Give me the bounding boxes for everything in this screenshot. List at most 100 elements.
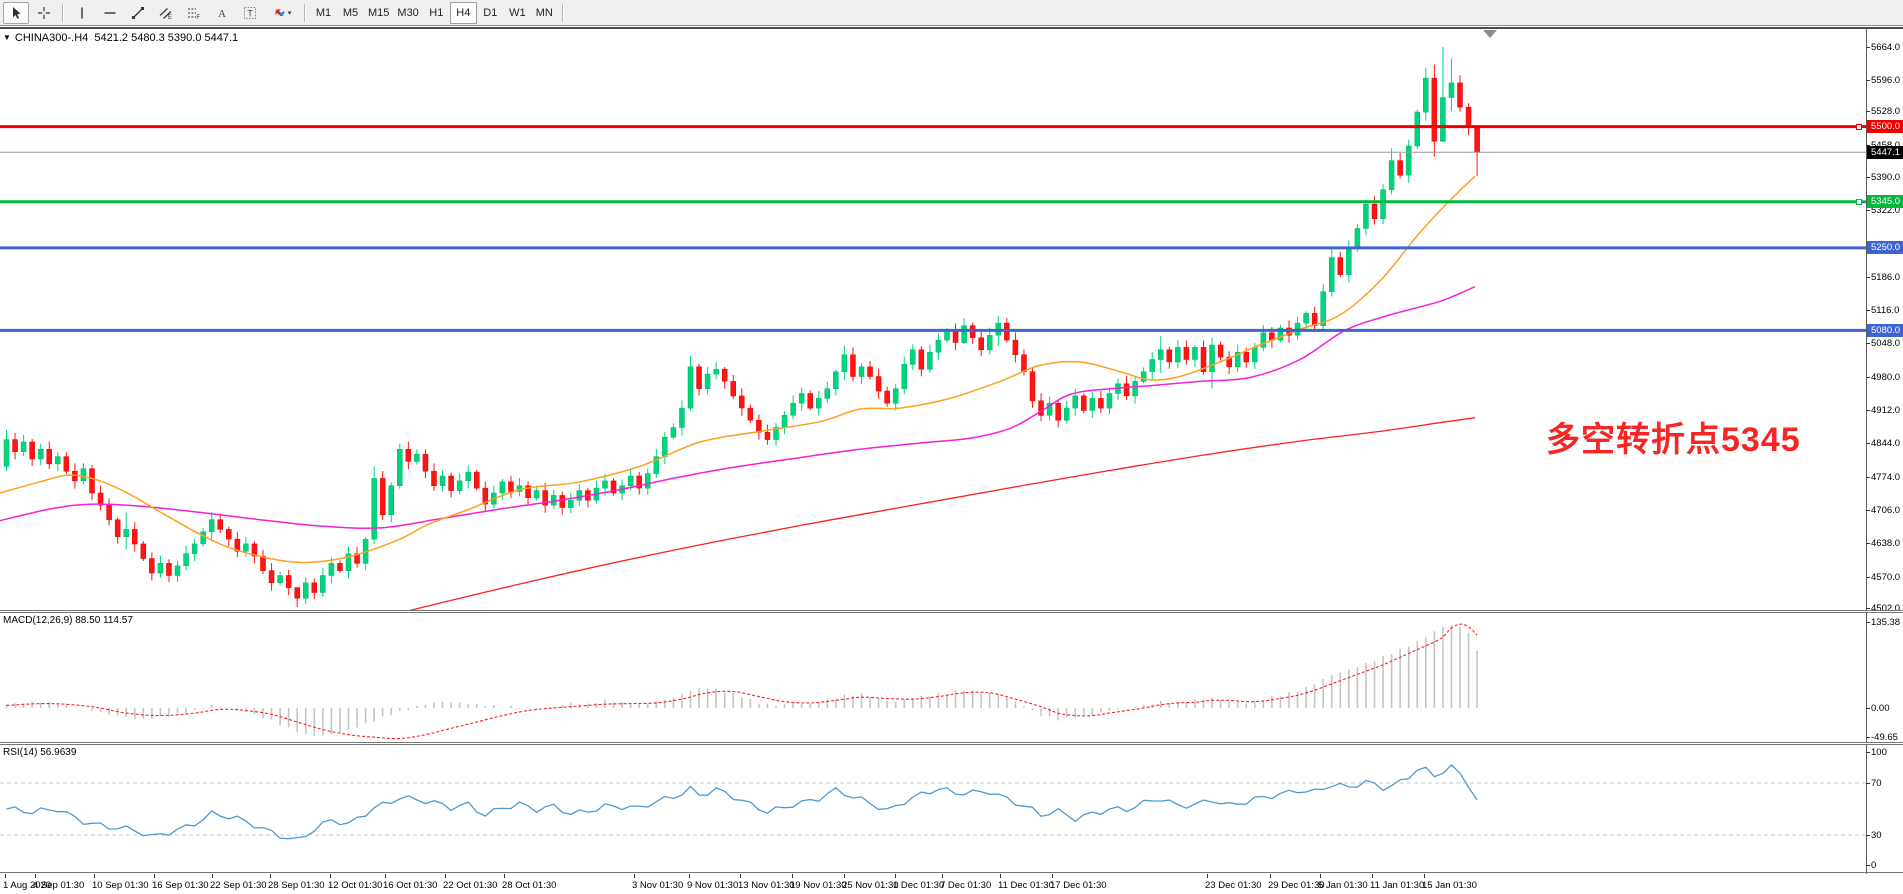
time-tick-mark (942, 874, 943, 878)
axis-tick-mark (1866, 111, 1870, 112)
axis-tick-mark (1866, 80, 1870, 81)
timeframe-button-M5[interactable]: M5 (337, 2, 364, 24)
text-label-tool-button[interactable]: T (237, 2, 263, 24)
crosshair-tool-button[interactable] (31, 2, 57, 24)
current-price-badge: 5447.1 (1867, 146, 1903, 159)
axis-tick-mark (1866, 783, 1870, 784)
rsi-indicator-label: RSI(14) 56.9639 (3, 747, 76, 758)
price-axis-tick: 5186.0 (1871, 272, 1900, 283)
rsi-axis-tick: 30 (1871, 830, 1882, 841)
axis-tick-mark (1866, 343, 1870, 344)
time-tick-mark (634, 874, 635, 878)
time-axis[interactable]: 1 Aug 20204 Sep 01:3010 Sep 01:3016 Sep … (0, 874, 1903, 894)
arrows-icon (273, 6, 287, 20)
svg-text:E: E (168, 15, 172, 20)
timeframe-button-M30[interactable]: M30 (393, 2, 422, 24)
support-line-5250-price-badge: 5250.0 (1867, 241, 1903, 254)
toolbar: E FA T ▾ M1M5M15M30H1H4D1W1MN (0, 0, 1903, 26)
time-axis-label: 3 Nov 01:30 (632, 880, 683, 891)
mt4-chart-window: EFAT▾ M1M5M15M30H1H4D1W1MN ▼CHINA300-.H4… (0, 0, 1903, 894)
macd-axis-tick: 135.38 (1871, 617, 1900, 628)
resistance-line-5500-price-badge: 5500.0 (1867, 120, 1903, 133)
time-axis-label: 13 Nov 01:30 (738, 880, 795, 891)
horizontal-line-tool-button[interactable] (97, 2, 123, 24)
price-axis-tick: 5596.0 (1871, 75, 1900, 86)
fibonacci-tool-button[interactable]: F (181, 2, 207, 24)
trendline-tool-button[interactable] (125, 2, 151, 24)
equidistant-channel-tool-button[interactable]: E (153, 2, 179, 24)
timeframe-button-M15[interactable]: M15 (364, 2, 393, 24)
time-axis-label: 10 Sep 01:30 (92, 880, 149, 891)
time-tick-mark (212, 874, 213, 878)
macd-signal-line (7, 624, 1478, 738)
timeframe-toolbar: M1M5M15M30H1H4D1W1MN (310, 2, 568, 24)
hline-icon (103, 6, 117, 20)
time-tick-mark (1424, 874, 1425, 878)
price-axis-tick: 4638.0 (1871, 538, 1900, 549)
timeframe-button-MN[interactable]: MN (531, 2, 558, 24)
vertical-line-tool-button[interactable] (69, 2, 95, 24)
price-axis-tick: 4980.0 (1871, 372, 1900, 383)
cursor-tool-button[interactable] (3, 2, 29, 24)
crosshair-icon (37, 6, 51, 20)
time-axis-label: 19 Nov 01:30 (790, 880, 847, 891)
timeframe-button-H4[interactable]: H4 (450, 2, 477, 24)
axis-tick-mark (1866, 708, 1870, 709)
time-axis-label: 28 Sep 01:30 (268, 880, 325, 891)
axis-tick-mark (1866, 752, 1870, 753)
price-axis-tick: 5528.0 (1871, 106, 1900, 117)
time-axis-label: 22 Sep 01:30 (210, 880, 267, 891)
pivot-line-5345-drag-handle[interactable] (1856, 199, 1862, 205)
axis-tick-mark (1866, 622, 1870, 623)
toolbar-separator (562, 4, 564, 22)
rsi-axis-tick: 70 (1871, 778, 1882, 789)
text-t-icon: T (243, 6, 257, 20)
axis-tick-mark (1866, 310, 1870, 311)
rsi-axis-tick: 0 (1871, 860, 1876, 871)
time-tick-mark (844, 874, 845, 878)
rsi-line (7, 765, 1478, 839)
panel-separator[interactable] (0, 742, 1903, 745)
price-axis-tick: 4774.0 (1871, 472, 1900, 483)
time-axis-border (0, 872, 1903, 873)
text-tool-button[interactable]: A (209, 2, 235, 24)
price-axis-tick: 5664.0 (1871, 42, 1900, 53)
pivot-line-5345-price-badge: 5345.0 (1867, 195, 1903, 208)
time-tick-mark (330, 874, 331, 878)
macd-indicator-label: MACD(12,26,9) 88.50 114.57 (3, 615, 133, 626)
candlesticks (4, 47, 1480, 607)
axis-tick-mark (1866, 608, 1870, 609)
timeframe-button-W1[interactable]: W1 (504, 2, 531, 24)
axis-tick-mark (1866, 477, 1870, 478)
resistance-line-5500-drag-handle[interactable] (1856, 124, 1862, 130)
timeframe-button-M1[interactable]: M1 (310, 2, 337, 24)
arrows-tool-button[interactable]: ▾ (265, 2, 299, 24)
panel-separator[interactable] (0, 610, 1903, 613)
ohlc-values: 5421.2 5480.3 5390.0 5447.1 (94, 32, 238, 44)
time-tick-mark (689, 874, 690, 878)
svg-text:T: T (247, 8, 253, 18)
time-axis-label: 1 Dec 01:30 (893, 880, 944, 891)
time-axis-label: 11 Dec 01:30 (998, 880, 1054, 891)
time-axis-label: 7 Dec 01:30 (940, 880, 991, 891)
time-axis-label: 23 Dec 01:30 (1205, 880, 1262, 891)
chart-area[interactable]: ▼CHINA300-.H4 5421.2 5480.3 5390.0 5447.… (0, 29, 1903, 894)
chevron-down-icon[interactable]: ▾ (288, 9, 292, 17)
time-tick-mark (1320, 874, 1321, 878)
axis-tick-mark (1866, 377, 1870, 378)
text-a-icon: A (215, 6, 229, 20)
time-tick-mark (1372, 874, 1373, 878)
chart-title-dropdown-icon[interactable]: ▼ (3, 33, 11, 42)
trendline-icon (131, 6, 145, 20)
price-axis-tick: 5116.0 (1871, 305, 1899, 316)
time-axis-label: 28 Oct 01:30 (502, 880, 556, 891)
timeframe-button-D1[interactable]: D1 (477, 2, 504, 24)
chart-annotation-text[interactable]: 多空转折点5345 (1546, 412, 1801, 461)
main-chart-canvas[interactable] (0, 29, 1903, 894)
macd-histogram (7, 625, 1478, 736)
drawing-toolbar: E FA T ▾ (2, 2, 310, 24)
ma-slow-red (408, 418, 1475, 611)
timeframe-button-H1[interactable]: H1 (423, 2, 450, 24)
time-tick-mark (94, 874, 95, 878)
ma-fast-orange (0, 176, 1475, 562)
